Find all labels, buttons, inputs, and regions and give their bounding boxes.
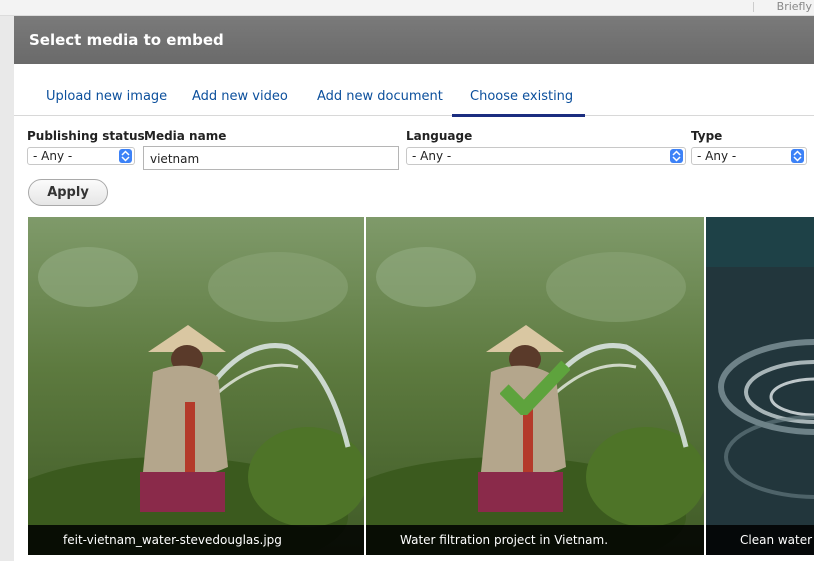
background-page-edge <box>0 16 14 561</box>
media-embed-dialog: Select media to embed Upload new image A… <box>14 16 814 561</box>
media-name-input[interactable]: vietnam <box>143 146 399 170</box>
selected-check-icon <box>500 360 570 415</box>
tab-add-new-video[interactable]: Add new video <box>192 89 288 104</box>
background-text: Briefly <box>776 0 812 13</box>
dialog-title: Select media to embed <box>29 31 224 49</box>
media-name-value: vietnam <box>150 152 200 166</box>
media-caption: Clean water <box>706 525 814 555</box>
publishing-status-value: - Any - <box>33 149 73 163</box>
tab-choose-existing[interactable]: Choose existing <box>470 89 573 104</box>
tab-add-new-document[interactable]: Add new document <box>317 89 443 104</box>
active-tab-indicator <box>452 114 585 117</box>
select-arrows-icon <box>119 149 132 163</box>
language-label: Language <box>406 129 473 143</box>
type-label: Type <box>691 129 723 143</box>
select-arrows-icon <box>791 149 804 163</box>
select-arrows-icon <box>670 149 683 163</box>
type-select[interactable]: - Any - <box>691 147 807 165</box>
dialog-titlebar: Select media to embed <box>14 16 814 64</box>
media-item[interactable]: feit-vietnam_water-stevedouglas.jpg <box>28 217 364 555</box>
media-item[interactable]: Clean water <box>706 217 814 555</box>
tab-upload-new-image[interactable]: Upload new image <box>46 89 167 104</box>
media-name-label: Media name <box>144 129 227 143</box>
language-select[interactable]: - Any - <box>406 147 686 165</box>
background-page-header: Briefly <box>0 0 814 16</box>
background-divider <box>753 2 754 12</box>
media-caption: Water filtration project in Vietnam. <box>366 525 704 555</box>
media-thumbnail-image <box>706 217 814 555</box>
media-item-selected[interactable]: Water filtration project in Vietnam. <box>366 217 704 555</box>
language-value: - Any - <box>412 149 452 163</box>
publishing-status-label: Publishing status <box>27 129 145 143</box>
media-caption: feit-vietnam_water-stevedouglas.jpg <box>28 525 364 555</box>
apply-button[interactable]: Apply <box>28 179 108 206</box>
tab-bar: Upload new image Add new video Add new d… <box>14 64 814 116</box>
media-thumbnail-image <box>28 217 364 555</box>
type-value: - Any - <box>697 149 737 163</box>
publishing-status-select[interactable]: - Any - <box>27 147 135 165</box>
